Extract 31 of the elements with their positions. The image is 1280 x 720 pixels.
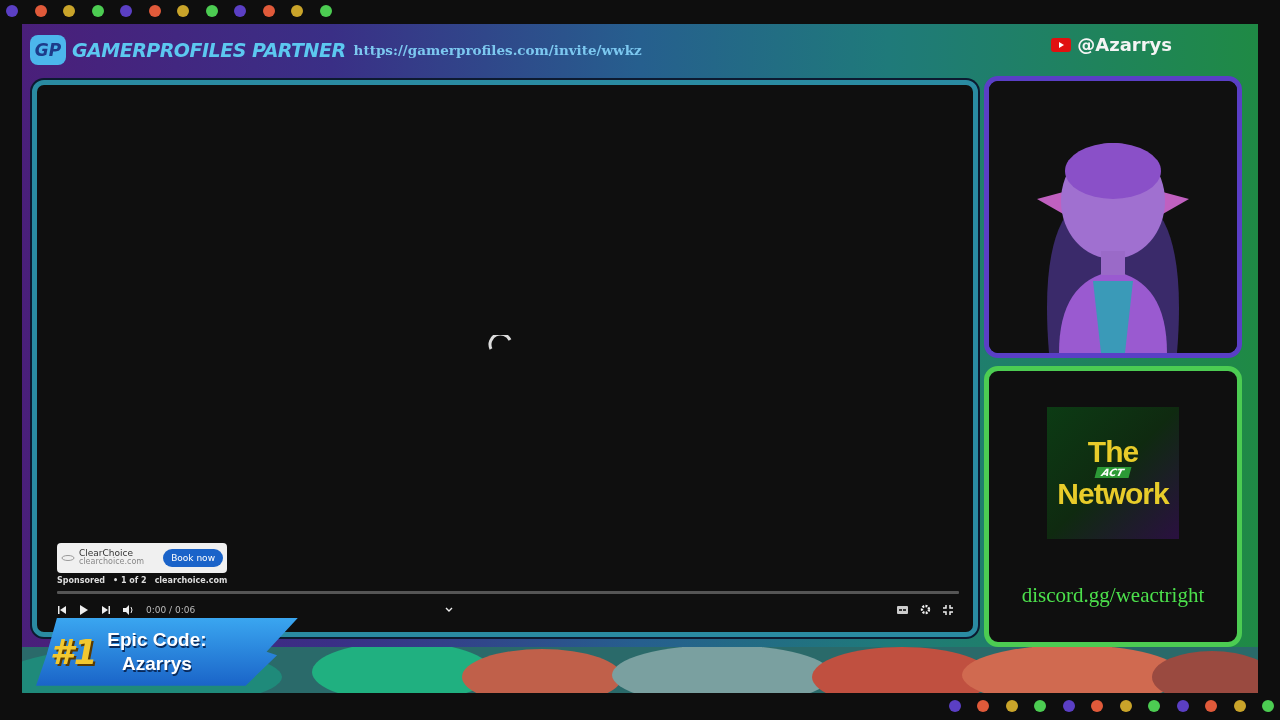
play-icon — [1051, 37, 1072, 52]
ad-site[interactable]: clearchoice.com — [154, 575, 228, 585]
brand-title: GAMERPROFILES PARTNER — [72, 38, 346, 61]
loading-spinner — [488, 334, 512, 351]
progress-track[interactable] — [57, 590, 959, 594]
captions-button[interactable] — [897, 605, 908, 614]
previous-button[interactable] — [57, 604, 67, 615]
logo-word: Network — [1057, 478, 1169, 510]
next-button[interactable] — [101, 604, 111, 615]
logo-tag: ACT — [1094, 467, 1132, 479]
ad-card[interactable]: ClearChoice clearchoice.com Book now — [57, 542, 227, 573]
channel-handle: @Azarrys — [1077, 34, 1172, 56]
sponsored-label: Sponsored — [57, 575, 106, 585]
play-button[interactable] — [79, 603, 89, 616]
invite-link[interactable]: https://gamerprofiles.com/invite/wwkz — [353, 41, 642, 58]
creator-code: Azarrys — [122, 651, 192, 676]
chevron-button[interactable] — [445, 606, 454, 613]
rank-label: #1 — [50, 631, 98, 672]
time-display: 0:00 / 0:06 — [146, 604, 196, 615]
ad-counter: • 1 of 2 — [113, 575, 147, 585]
ad-logo-icon — [61, 553, 75, 562]
banner-title: Epic Code: — [107, 628, 207, 652]
logo-word: The — [1087, 435, 1139, 468]
settings-button[interactable] — [920, 604, 931, 616]
discord-link[interactable]: discord.gg/weactright — [1021, 582, 1205, 608]
advertiser-name: ClearChoice — [79, 549, 134, 559]
volume-button[interactable] — [123, 604, 134, 615]
brand-logo: GP — [30, 34, 66, 65]
book-button[interactable]: Book now — [163, 548, 223, 567]
advertiser-domain: clearchoice.com — [79, 558, 145, 567]
exit-fullscreen-button[interactable] — [943, 604, 953, 615]
